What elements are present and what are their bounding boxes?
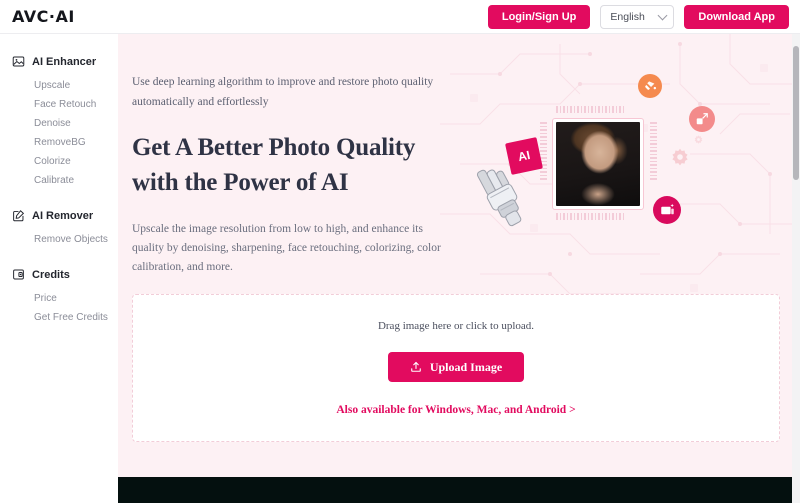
sidebar-item-face-retouch[interactable]: Face Retouch <box>0 95 118 114</box>
page-title: Get A Better Photo Quality with the Powe… <box>132 134 416 196</box>
chip-pins-right <box>650 122 657 180</box>
top-header: AVC·AI Login/Sign Up English Download Ap… <box>0 0 800 34</box>
upload-image-button-label: Upload Image <box>429 359 503 374</box>
card-icon <box>13 269 24 280</box>
sidebar-item-get-free-credits[interactable]: Get Free Credits <box>0 308 118 327</box>
sidebar-item-ai-enhancer[interactable]: AI Enhancer <box>0 50 118 73</box>
sidebar-group-ai-remover: AI Remover Remove Objects <box>0 204 118 249</box>
sidebar-item-ai-remover[interactable]: AI Remover <box>0 204 118 227</box>
sidebar-group-label: AI Remover <box>32 209 94 222</box>
sidebar-item-colorize[interactable]: Colorize <box>0 152 118 171</box>
paint-bucket-badge[interactable] <box>638 74 662 98</box>
main-content: Use deep learning algorithm to improve a… <box>118 34 800 477</box>
sidebar-item-removebg[interactable]: RemoveBG <box>0 133 118 152</box>
sidebar-item-credits[interactable]: Credits <box>0 263 118 286</box>
language-select-value: English <box>610 10 645 23</box>
sidebar-group-ai-enhancer: AI Enhancer Upscale Face Retouch Denoise… <box>0 50 118 190</box>
upload-icon <box>411 361 421 372</box>
hero-text-block: Use deep learning algorithm to improve a… <box>132 72 462 277</box>
chip-pins-bottom <box>556 213 624 220</box>
gear-small-icon <box>694 135 703 144</box>
hero-description: Upscale the image resolution from low to… <box>132 223 441 273</box>
paint-bucket-icon <box>644 80 656 90</box>
sidebar-item-remove-objects[interactable]: Remove Objects <box>0 230 118 249</box>
image-enhance-icon <box>660 203 674 214</box>
sidebar-group-label: Credits <box>32 268 70 281</box>
sidebar-sublist-ai-remover: Remove Objects <box>0 230 118 249</box>
sidebar-item-calibrate[interactable]: Calibrate <box>0 171 118 190</box>
robot-hand-image <box>476 169 522 227</box>
resize-icon <box>696 113 708 125</box>
image-enhance-badge[interactable] <box>653 196 681 224</box>
also-available-link[interactable]: Also available for Windows, Mac, and And… <box>336 404 575 416</box>
edit-square-icon <box>13 210 25 222</box>
image-icon <box>12 56 25 67</box>
sidebar-item-denoise[interactable]: Denoise <box>0 114 118 133</box>
resize-badge[interactable] <box>689 106 715 132</box>
footer-bar <box>118 477 800 503</box>
sidebar-group-label: AI Enhancer <box>32 55 97 68</box>
chevron-down-icon <box>657 10 668 21</box>
sidebar-group-credits: Credits Price Get Free Credits <box>0 263 118 327</box>
download-app-button[interactable]: Download App <box>684 4 789 29</box>
hero-eyebrow: Use deep learning algorithm to improve a… <box>132 76 434 108</box>
language-select[interactable]: English <box>600 4 675 29</box>
scrollbar-thumb[interactable] <box>793 46 799 180</box>
drag-instruction: Drag image here or click to upload. <box>377 320 535 332</box>
chip-pins-top <box>556 106 624 113</box>
portrait-photo <box>556 122 640 206</box>
chip-pins-left <box>540 122 547 180</box>
sidebar: AI Enhancer Upscale Face Retouch Denoise… <box>0 34 118 503</box>
logo[interactable]: AVC·AI <box>12 7 75 26</box>
sidebar-sublist-credits: Price Get Free Credits <box>0 289 118 327</box>
gear-icon <box>672 148 688 166</box>
header-actions: Login/Sign Up English Download App <box>487 4 789 29</box>
upload-dropzone[interactable]: Drag image here or click to upload. Uplo… <box>132 294 780 442</box>
sidebar-item-upscale[interactable]: Upscale <box>0 76 118 95</box>
sidebar-item-price[interactable]: Price <box>0 289 118 308</box>
login-signup-button[interactable]: Login/Sign Up <box>487 4 591 29</box>
chip-frame <box>552 118 644 210</box>
upload-image-button[interactable]: Upload Image <box>387 352 525 382</box>
app-root: AVC·AI Login/Sign Up English Download Ap… <box>0 0 800 503</box>
hero-illustration: AI <box>448 60 788 300</box>
sidebar-sublist-ai-enhancer: Upscale Face Retouch Denoise RemoveBG Co… <box>0 76 118 190</box>
